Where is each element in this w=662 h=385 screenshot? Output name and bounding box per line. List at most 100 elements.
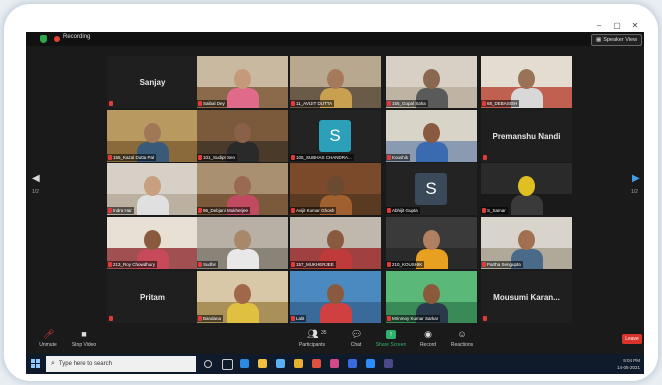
participant-caption-text: Avijit Kumar Ghosh (296, 208, 335, 213)
participant-head (234, 284, 251, 304)
store-icon[interactable] (276, 359, 285, 368)
participant-avatar: S (319, 120, 351, 152)
microphone-muted-icon (198, 316, 202, 321)
participant-caption-text: 101_Sudipt Sen (203, 155, 236, 160)
cortana-icon[interactable] (204, 360, 212, 368)
participant-caption: 105_SUBHAS CHANDRA... (290, 154, 354, 161)
participant-tile[interactable]: Mousumi Karan... (481, 271, 572, 323)
participant-name: Premanshu Nandi (492, 131, 561, 141)
leave-button[interactable]: Leave (622, 334, 642, 344)
participant-caption-text: 96_Debjani Mukherjee (203, 208, 249, 213)
participant-tile[interactable]: S 105_SUBHAS CHANDRA... (290, 110, 381, 162)
participant-name: Mousumi Karan... (493, 292, 560, 302)
speaker-view-label: Speaker View (603, 37, 638, 43)
participant-tile[interactable]: Pritam (107, 271, 198, 323)
unmute-button[interactable]: 🎤︎ Unmute (28, 324, 68, 354)
participant-tile[interactable]: 101_Sudipt Sen (197, 110, 288, 162)
recording-icon (54, 36, 60, 42)
participant-head (327, 176, 344, 196)
participant-caption-text: 11_AVIJIT DUTTA (296, 101, 333, 106)
participant-tile[interactable]: Premanshu Nandi (481, 110, 572, 162)
participant-head (423, 123, 440, 143)
windows-start-icon[interactable] (31, 359, 41, 369)
participant-tile[interactable]: Lalit (290, 271, 381, 323)
system-tray-clock[interactable]: 9:04 PM 14-05-2021 (617, 357, 640, 371)
participant-tile[interactable]: Partha Sengupta (481, 217, 572, 269)
share-screen-button[interactable]: ↑ Share Screen (371, 324, 411, 354)
word-icon[interactable] (348, 359, 357, 368)
participant-body (227, 249, 259, 269)
participant-tile[interactable]: Mrinmoy Kumar Sarkar (386, 271, 477, 323)
reactions-button[interactable]: ☺ Reactions (442, 324, 482, 354)
participant-tile[interactable]: Koushik (386, 110, 477, 162)
participant-tile[interactable]: Sanjay (107, 56, 198, 108)
minimize-button[interactable]: – (590, 21, 608, 30)
mail-icon[interactable] (294, 359, 303, 368)
share-screen-icon: ↑ (386, 330, 396, 339)
chrome-icon[interactable] (312, 359, 321, 368)
prev-page-number: 1/2 (32, 189, 39, 195)
edge-browser-icon[interactable] (240, 359, 249, 368)
participant-caption: 213_Roy Chowdhury (107, 261, 158, 268)
microphone-muted-icon (482, 101, 486, 106)
zoom-app-icon[interactable] (366, 359, 375, 368)
participant-tile[interactable]: Bandana (197, 271, 288, 323)
participant-tile[interactable]: 11_AVIJIT DUTTA (290, 56, 381, 108)
task-view-icon[interactable] (222, 359, 233, 370)
microphone-muted-icon (109, 101, 113, 106)
microphone-muted-icon (198, 101, 202, 106)
participant-tile[interactable]: S Abhijit Gupta (386, 163, 477, 215)
microphone-muted-icon (387, 155, 391, 160)
participant-tile[interactable]: 155_Kazal Dutta Pal (107, 110, 198, 162)
stop-video-button[interactable]: ■ Stop Video (64, 324, 104, 354)
participant-tile[interactable]: 157_MUKHERJEE (290, 217, 381, 269)
participant-tile[interactable]: 68_DEBASISH (481, 56, 572, 108)
photos-icon[interactable] (330, 359, 339, 368)
participant-caption: Partha Sengupta (481, 261, 523, 268)
participant-caption: Bandana (197, 315, 224, 322)
teams-icon[interactable] (384, 359, 393, 368)
maximize-button[interactable]: ▢ (608, 21, 626, 30)
shield-icon[interactable] (40, 35, 47, 43)
microphone-muted-icon (483, 316, 487, 321)
close-button[interactable]: ✕ (626, 21, 644, 30)
participant-caption-text: Lalit (296, 316, 305, 321)
participant-caption: 155_Kazal Dutta Pal (107, 154, 157, 161)
participant-tile[interactable]: 96_Debjani Mukherjee (197, 163, 288, 215)
microphone-muted-icon (109, 316, 113, 321)
participant-body (227, 303, 259, 323)
participant-caption-text: Saibal Dey (203, 101, 225, 106)
prev-page-arrow-icon[interactable]: ◀ (32, 173, 40, 184)
participant-caption-text: 155_Kazal Dutta Pal (113, 155, 155, 160)
participant-caption-text: Indra Har (113, 208, 132, 213)
participants-icon: 👥︎ (307, 329, 319, 339)
participant-tile[interactable]: Saibal Dey (197, 56, 288, 108)
microphone-muted-icon (198, 262, 202, 267)
participants-button[interactable]: 👥︎ Participants (292, 324, 332, 354)
participant-tile[interactable]: 213_Roy Chowdhury (107, 217, 198, 269)
participant-caption-text: Mrinmoy Kumar Sarkar (392, 316, 439, 321)
participant-head (327, 69, 344, 89)
participant-head (423, 230, 440, 250)
participant-head (518, 176, 535, 196)
participant-tile[interactable]: Avijit Kumar Ghosh (290, 163, 381, 215)
taskbar-search-box[interactable]: ⌕ Type here to search (46, 356, 196, 372)
participant-tile[interactable]: S_Samar (481, 163, 572, 215)
participant-tile[interactable]: Indra Har (107, 163, 198, 215)
next-page-arrow-icon[interactable]: ▶ (632, 173, 640, 184)
participant-tile[interactable]: Sudhir (197, 217, 288, 269)
chat-label: Chat (350, 342, 362, 348)
participant-caption-text: Sudhir (203, 262, 217, 267)
reactions-label: Reactions (450, 342, 474, 348)
microphone-muted-icon (108, 262, 112, 267)
share-screen-label: Share Screen (375, 342, 407, 348)
participant-caption: Sudhir (197, 261, 219, 268)
file-explorer-icon[interactable] (258, 359, 267, 368)
chat-button[interactable]: 💬︎ Chat (336, 324, 376, 354)
speaker-view-button[interactable]: ▦ Speaker View (591, 34, 643, 46)
microphone-muted-icon (387, 101, 391, 106)
participant-tile[interactable]: 155_Gopal Saha (386, 56, 477, 108)
recording-label: Recording (63, 34, 91, 40)
participant-head (327, 230, 344, 250)
participant-tile[interactable]: 210_KOUSHIK (386, 217, 477, 269)
